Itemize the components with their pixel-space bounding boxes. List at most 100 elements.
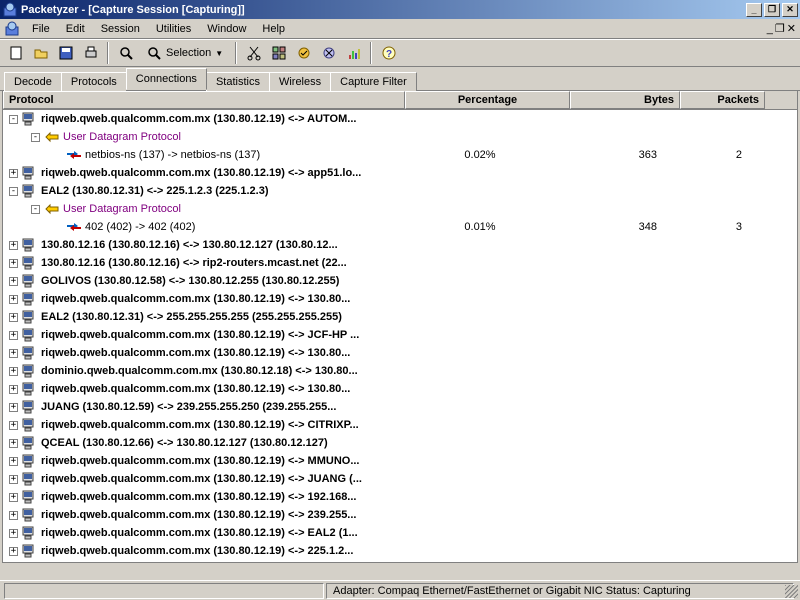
selection-dropdown[interactable]: Selection ▼ [139,42,230,64]
tool-a-button[interactable] [292,42,315,64]
tree-expander[interactable]: + [9,547,18,556]
column-protocol[interactable]: Protocol [3,91,405,109]
tree-expander[interactable]: + [9,529,18,538]
table-row[interactable]: +EAL2 (130.80.12.31) <-> 255.255.255.255… [3,308,797,326]
table-row[interactable]: +riqweb.qweb.qualcomm.com.mx (130.80.12.… [3,560,797,563]
table-row[interactable]: +riqweb.qweb.qualcomm.com.mx (130.80.12.… [3,524,797,542]
open-button[interactable] [29,42,52,64]
tree-expander[interactable]: + [9,421,18,430]
table-row[interactable]: +riqweb.qweb.qualcomm.com.mx (130.80.12.… [3,326,797,344]
menu-session[interactable]: Session [93,21,148,37]
table-row[interactable]: -User Datagram Protocol [3,128,797,146]
cell-bytes: 363 [555,149,665,161]
help-button[interactable]: ? [377,42,400,64]
tree-expander[interactable]: + [9,457,18,466]
table-row[interactable]: +130.80.12.16 (130.80.12.16) <-> 130.80.… [3,236,797,254]
menu-edit[interactable]: Edit [58,21,93,37]
tree-expander[interactable]: + [9,367,18,376]
mdi-restore-button[interactable]: ❐ [775,22,785,35]
status-adapter: Adapter: Compaq Ethernet/FastEthernet or… [326,583,794,599]
tree-expander[interactable]: + [9,349,18,358]
menu-utilities[interactable]: Utilities [148,21,199,37]
mdi-close-button[interactable]: ✕ [787,22,796,35]
table-row[interactable]: +riqweb.qweb.qualcomm.com.mx (130.80.12.… [3,542,797,560]
tree-expander[interactable]: + [9,493,18,502]
table-row[interactable]: +riqweb.qweb.qualcomm.com.mx (130.80.12.… [3,470,797,488]
table-row[interactable]: +dominio.qweb.qualcomm.com.mx (130.80.12… [3,362,797,380]
titlebar: Packetyzer - [Capture Session [Capturing… [0,0,800,19]
tree-expander[interactable]: + [9,241,18,250]
table-row[interactable]: +riqweb.qweb.qualcomm.com.mx (130.80.12.… [3,344,797,362]
column-packets[interactable]: Packets [680,91,765,109]
tree-expander[interactable]: + [9,277,18,286]
tree-expander[interactable]: + [9,331,18,340]
tree-expander[interactable]: + [9,439,18,448]
column-bytes[interactable]: Bytes [570,91,680,109]
tab-wireless[interactable]: Wireless [269,72,331,91]
menu-file[interactable]: File [24,21,58,37]
tree-expander[interactable]: + [9,169,18,178]
options-button[interactable] [267,42,290,64]
tool-b-button[interactable] [317,42,340,64]
table-row[interactable]: +riqweb.qweb.qualcomm.com.mx (130.80.12.… [3,488,797,506]
tab-connections[interactable]: Connections [126,68,207,90]
tree-expander[interactable]: + [9,259,18,268]
mdi-child-icon[interactable] [4,21,20,37]
tree-expander[interactable]: + [9,511,18,520]
table-row[interactable]: +riqweb.qweb.qualcomm.com.mx (130.80.12.… [3,290,797,308]
tab-decode[interactable]: Decode [4,72,62,91]
table-row[interactable]: - riqweb.qweb.qualcomm.com.mx (130.80.12.… [3,110,797,128]
table-row[interactable]: +JUANG (130.80.12.59) <-> 239.255.255.25… [3,398,797,416]
save-button[interactable] [54,42,77,64]
cell-packets: 2 [665,149,750,161]
column-percentage[interactable]: Percentage [405,91,570,109]
host-icon [22,238,38,252]
tree-expander[interactable]: + [9,295,18,304]
table-row[interactable]: +130.80.12.16 (130.80.12.16) <-> rip2-ro… [3,254,797,272]
tree-expander[interactable]: - [9,187,18,196]
host-icon [22,490,38,504]
table-row[interactable]: + riqweb.qweb.qualcomm.com.mx (130.80.12.… [3,416,797,434]
tab-protocols[interactable]: Protocols [61,72,127,91]
protocol-icon [44,202,60,216]
tree-expander[interactable]: + [9,475,18,484]
table-row[interactable]: +riqweb.qweb.qualcomm.com.mx (130.80.12.… [3,380,797,398]
table-row[interactable]: -EAL2 (130.80.12.31) <-> 225.1.2.3 (225.… [3,182,797,200]
tree-expander[interactable]: + [9,403,18,412]
row-text: riqweb.qweb.qualcomm.com.mx (130.80.12.1… [41,113,356,125]
table-row[interactable]: +GOLIVOS (130.80.12.58) <-> 130.80.12.25… [3,272,797,290]
minimize-button[interactable]: _ [746,3,762,17]
tab-statistics[interactable]: Statistics [206,72,270,91]
close-button[interactable]: ✕ [782,3,798,17]
menu-window[interactable]: Window [199,21,254,37]
table-row[interactable]: 402 (402) -> 402 (402)0.01%3483 [3,218,797,236]
row-text: riqweb.qweb.qualcomm.com.mx (130.80.12.1… [41,419,359,431]
tree-expander[interactable]: - [9,115,18,124]
new-session-button[interactable] [4,42,27,64]
mdi-minimize-button[interactable]: _ [767,23,773,35]
table-row[interactable]: +QCEAL (130.80.12.66) <-> 130.80.12.127 … [3,434,797,452]
table-row[interactable]: +riqweb.qweb.qualcomm.com.mx (130.80.12.… [3,164,797,182]
cell-packets: 3 [665,221,750,233]
tab-capture-filter[interactable]: Capture Filter [330,72,417,91]
app-icon [2,2,18,18]
maximize-button[interactable]: ❐ [764,3,780,17]
table-row[interactable]: +riqweb.qweb.qualcomm.com.mx (130.80.12.… [3,506,797,524]
row-text: 130.80.12.16 (130.80.12.16) <-> 130.80.1… [41,239,338,251]
table-row[interactable]: +riqweb.qweb.qualcomm.com.mx (130.80.12.… [3,452,797,470]
tree-expander[interactable]: + [9,385,18,394]
host-icon [22,346,38,360]
print-button[interactable] [79,42,102,64]
find-button[interactable] [114,42,137,64]
tree-expander[interactable]: + [9,313,18,322]
table-row[interactable]: netbios-ns (137) -> netbios-ns (137)0.02… [3,146,797,164]
tree-expander[interactable]: - [31,133,40,142]
table-row[interactable]: -User Datagram Protocol [3,200,797,218]
graph-button[interactable] [342,42,365,64]
menu-help[interactable]: Help [254,21,293,37]
cut-button[interactable] [242,42,265,64]
cell-bytes: 348 [555,221,665,233]
tree-expander[interactable]: - [31,205,40,214]
grid-body[interactable]: -riqweb.qweb.qualcomm.com.mx (130.80.12.… [3,110,797,563]
resize-grip[interactable] [785,585,798,598]
